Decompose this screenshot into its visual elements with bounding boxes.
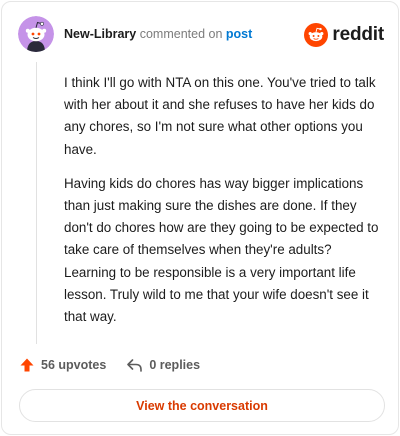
comment-paragraph: I think I'll go with NTA on this one. Yo… — [64, 75, 376, 157]
comment-paragraph: Having kids do chores has way bigger imp… — [64, 175, 379, 325]
reply-button[interactable]: 0 replies — [126, 357, 200, 373]
comment-body: I think I'll go with NTA on this one. Yo… — [64, 72, 384, 328]
view-conversation-button[interactable]: View the conversation — [19, 389, 385, 422]
reply-arrow-icon — [127, 359, 143, 372]
comment-header: New-Library commented on post reddit — [18, 16, 386, 54]
comment-actions: 56 upvotes 0 replies — [19, 355, 200, 375]
comment-byline: New-Library commented on post — [64, 27, 252, 41]
reddit-logo[interactable]: reddit — [304, 22, 384, 48]
username-link[interactable]: New-Library — [64, 27, 136, 41]
snoo-avatar-icon — [18, 16, 54, 52]
byline-verb: commented on — [139, 27, 223, 41]
upvote-count: 56 upvotes — [41, 358, 107, 372]
user-avatar[interactable] — [18, 16, 54, 52]
post-link[interactable]: post — [226, 27, 252, 41]
upvote-button[interactable]: 56 upvotes — [19, 357, 106, 373]
reddit-wordmark: reddit — [332, 24, 384, 45]
embedded-comment-card: New-Library commented on post reddit I t… — [1, 1, 399, 435]
thread-line — [36, 62, 37, 344]
reddit-logo-icon — [304, 23, 329, 47]
reply-count: 0 replies — [149, 358, 201, 372]
upvote-arrow-icon — [20, 358, 34, 372]
